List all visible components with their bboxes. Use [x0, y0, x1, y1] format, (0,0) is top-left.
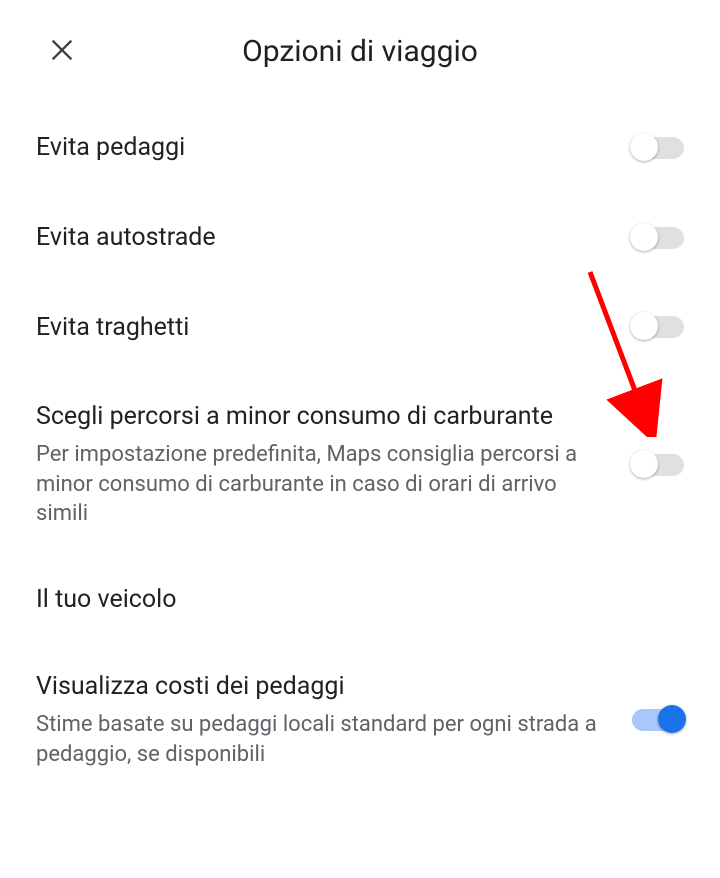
toll-costs-label: Visualizza costi dei pedaggi	[36, 670, 608, 704]
avoid-tolls-label: Evita pedaggi	[36, 131, 608, 165]
avoid-highways-toggle[interactable]	[632, 226, 684, 250]
toll-costs-row[interactable]: Visualizza costi dei pedaggi Stime basat…	[36, 642, 684, 797]
toll-costs-description: Stime basate su pedaggi locali standard …	[36, 710, 608, 769]
toggle-thumb	[630, 223, 658, 251]
avoid-ferries-label: Evita traghetti	[36, 311, 608, 345]
page-title: Opzioni di viaggio	[242, 34, 478, 69]
close-button[interactable]	[40, 28, 84, 75]
toggle-thumb	[658, 705, 686, 733]
avoid-highways-row[interactable]: Evita autostrade	[36, 193, 684, 283]
setting-text: Evita pedaggi	[36, 131, 608, 165]
setting-text: Evita traghetti	[36, 311, 608, 345]
setting-text: Visualizza costi dei pedaggi Stime basat…	[36, 670, 608, 769]
fuel-efficient-toggle[interactable]	[632, 453, 684, 477]
header: Opzioni di viaggio	[0, 0, 720, 103]
avoid-tolls-toggle[interactable]	[632, 136, 684, 160]
fuel-efficient-row[interactable]: Scegli percorsi a minor consumo di carbu…	[36, 372, 684, 557]
setting-text: Scegli percorsi a minor consumo di carbu…	[36, 400, 608, 529]
toggle-thumb	[630, 133, 658, 161]
avoid-ferries-toggle[interactable]	[632, 315, 684, 339]
settings-content: Evita pedaggi Evita autostrade Evita tra…	[0, 103, 720, 797]
avoid-ferries-row[interactable]: Evita traghetti	[36, 283, 684, 373]
close-icon	[48, 36, 76, 64]
toll-costs-toggle[interactable]	[632, 708, 684, 732]
avoid-highways-label: Evita autostrade	[36, 221, 608, 255]
toggle-thumb	[630, 450, 658, 478]
setting-text: Evita autostrade	[36, 221, 608, 255]
fuel-efficient-description: Per impostazione predefinita, Maps consi…	[36, 440, 608, 529]
fuel-efficient-label: Scegli percorsi a minor consumo di carbu…	[36, 400, 608, 434]
vehicle-section-header[interactable]: Il tuo veicolo	[36, 557, 684, 642]
avoid-tolls-row[interactable]: Evita pedaggi	[36, 103, 684, 193]
